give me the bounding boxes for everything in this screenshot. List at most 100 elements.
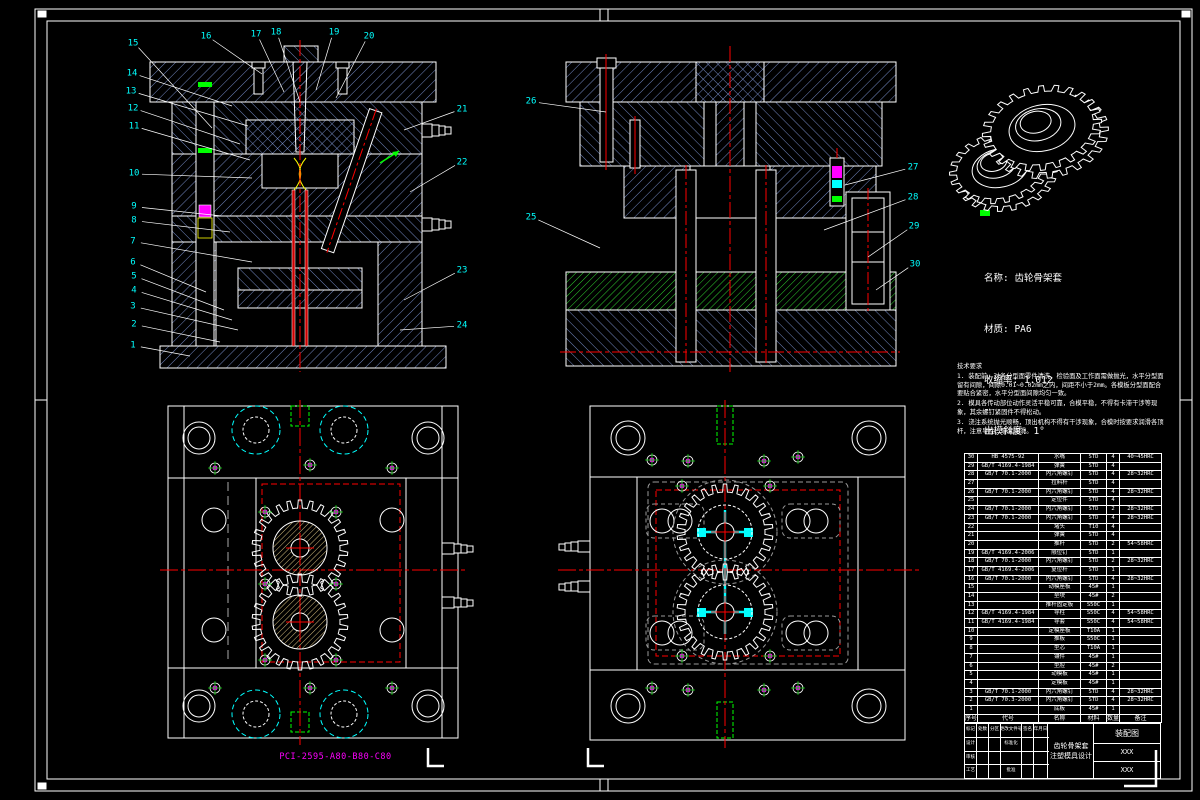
bom-cell: STD xyxy=(1081,566,1107,575)
bom-row: 8 型芯 T10A 1 xyxy=(965,645,1162,654)
bom-cell: 导柱 xyxy=(1039,610,1081,619)
title-block-cell: 更改文件号 xyxy=(1001,724,1022,737)
bom-header-cell: 材料 xyxy=(1081,714,1107,723)
bom-row: 23 GB/T 70.1-2000 内六角螺钉 STD 4 28~32HRC xyxy=(965,514,1162,524)
bom-cell: 45# xyxy=(1081,653,1107,662)
bom-cell: 1 xyxy=(1107,601,1120,610)
bom-row: 21 弹簧 STD 4 xyxy=(965,532,1162,541)
title-block-row: 标记 处数 分区 更改文件号 签名 年月日 xyxy=(965,724,1049,738)
bom-cell: 内六角螺钉 xyxy=(1039,471,1081,480)
bom-cell: 26 xyxy=(965,488,978,497)
bom-cell xyxy=(978,662,1039,671)
bom-cell xyxy=(1120,523,1162,532)
bom-cell: 4 xyxy=(1107,488,1120,497)
callout-5: 5 xyxy=(131,271,137,282)
technical-notes: 技术要求 1. 装配前，对各分型面零件清洗，检验面及工作面需做抛光，水平分型面留… xyxy=(957,363,1167,438)
bom-cell: 5 xyxy=(965,671,978,679)
bom-cell: 动模板 xyxy=(1039,671,1081,679)
bom-cell: 1 xyxy=(1107,627,1120,636)
bom-cell xyxy=(978,540,1039,549)
title-block-row: 设计 标准化 xyxy=(965,737,1049,752)
bom-cell: 底板 xyxy=(1039,705,1081,714)
bom-cell: 4 xyxy=(1107,697,1120,705)
callout-17: 17 xyxy=(250,29,262,40)
title-block-right: 装配图 XXX XXX xyxy=(1094,724,1160,778)
bom-cell: 14 xyxy=(965,593,978,601)
bom-cell: 28~32HRC xyxy=(1120,697,1162,705)
callout-19: 19 xyxy=(328,27,340,38)
bom-cell: STD xyxy=(1081,462,1107,471)
bom-cell: 17 xyxy=(965,566,978,575)
bom-cell: 4 xyxy=(1107,454,1120,462)
bom-cell: 28~32HRC xyxy=(1120,514,1162,523)
bom-row: 3 GB/T 70.1-2000 内六角螺钉 STD 4 28~32HRC xyxy=(965,688,1162,698)
bom-cell: 20 xyxy=(965,540,978,549)
bom-cell: 45# xyxy=(1081,584,1107,592)
callout-22: 22 xyxy=(456,157,468,168)
bom-row: 24 GB/T 70.1-2000 内六角螺钉 STD 2 28~32HRC xyxy=(965,506,1162,515)
drawing-title-line1: 齿轮骨架套 xyxy=(1053,741,1089,750)
callout-16: 16 xyxy=(200,31,212,42)
title-block-cell xyxy=(1022,765,1034,778)
bom-cell: 45# xyxy=(1081,671,1107,679)
bom-cell: S50C xyxy=(1081,619,1107,627)
bom-row: 28 GB/T 70.1-2000 内六角螺钉 STD 4 28~32HRC xyxy=(965,471,1162,481)
bom-cell: GB/T 70.1-2000 xyxy=(978,558,1039,566)
product-name: 名称: 齿轮骨架套 xyxy=(984,273,1062,284)
bom-cell xyxy=(978,601,1039,610)
bom-row: 17 GB/T 4169.4-2006 复位杆 STD 1 xyxy=(965,566,1162,576)
bom-row: 4 定模板 45# 1 xyxy=(965,679,1162,689)
bom-cell: 22 xyxy=(965,523,978,532)
bom-row: 14 垫块 45# 2 xyxy=(965,593,1162,602)
bom-row: 5 动模板 45# 1 xyxy=(965,671,1162,680)
bom-table: 30 HB 4575-92 水嘴 STD 4 40~45HRC 29 GB/T 4169.4-… xyxy=(964,453,1162,724)
callout-26: 26 xyxy=(525,96,537,107)
bom-cell: 弹簧 xyxy=(1039,462,1081,471)
title-block-row: 审核 xyxy=(965,751,1049,766)
callout-9: 9 xyxy=(131,201,137,212)
bom-cell: 3 xyxy=(965,688,978,697)
bom-cell: 内六角螺钉 xyxy=(1039,488,1081,497)
bom-cell: 6 xyxy=(965,662,978,671)
bom-cell: 型芯 xyxy=(1039,645,1081,653)
bom-cell xyxy=(1120,566,1162,575)
bom-cell: 4 xyxy=(1107,471,1120,480)
note-item: 3. 浇注系统抛光顺畅，顶出机构不得有干涉现象，合模时按要求润滑各顶杆，注意导柱… xyxy=(957,418,1164,435)
bom-cell: STD xyxy=(1081,549,1107,558)
bom-cell xyxy=(1120,497,1162,506)
bom-cell: 19 xyxy=(965,549,978,558)
bom-cell: 4 xyxy=(1107,480,1120,488)
bom-cell: GB/T 70.1-2000 xyxy=(978,514,1039,523)
bom-cell xyxy=(1120,679,1162,688)
drawing-code-1: XXX xyxy=(1094,744,1160,762)
bom-cell: 弹簧 xyxy=(1039,532,1081,540)
bom-cell: 1 xyxy=(1107,636,1120,645)
bom-cell: 推板 xyxy=(1039,636,1081,645)
bom-cell xyxy=(978,645,1039,653)
callout-29: 29 xyxy=(908,221,920,232)
title-block-cell: 审核 xyxy=(965,751,977,765)
title-block-cell xyxy=(989,765,1001,778)
title-block-cell: 年月日 xyxy=(1034,724,1048,737)
bom-cell: 4 xyxy=(1107,497,1120,506)
bom-cell xyxy=(1120,636,1162,645)
bom-cell: 16 xyxy=(965,575,978,584)
title-block-cell xyxy=(1022,737,1034,751)
bom-row: 10 定模座板 T10A 1 xyxy=(965,627,1162,637)
callout-23: 23 xyxy=(456,265,468,276)
bom-cell: HB 4575-92 xyxy=(978,454,1039,462)
bom-cell: T10 xyxy=(1081,523,1107,532)
title-block-cell xyxy=(1034,737,1048,751)
bom-cell: 7 xyxy=(965,653,978,662)
title-block-cell xyxy=(1022,751,1034,765)
bom-cell xyxy=(978,653,1039,662)
bom-row: 26 GB/T 70.1-2000 内六角螺钉 STD 4 28~32HRC xyxy=(965,488,1162,498)
bom-row: 15 动模座板 45# 1 xyxy=(965,584,1162,593)
bom-cell xyxy=(978,584,1039,592)
title-block-cell xyxy=(989,737,1001,751)
callout-10: 10 xyxy=(128,168,140,179)
callout-18: 18 xyxy=(270,27,282,38)
bom-row: 16 GB/T 70.1-2000 内六角螺钉 STD 4 28~32HRC xyxy=(965,575,1162,585)
notes-title: 技术要求 xyxy=(957,363,983,370)
bom-header-cell: 名称 xyxy=(1039,714,1081,723)
